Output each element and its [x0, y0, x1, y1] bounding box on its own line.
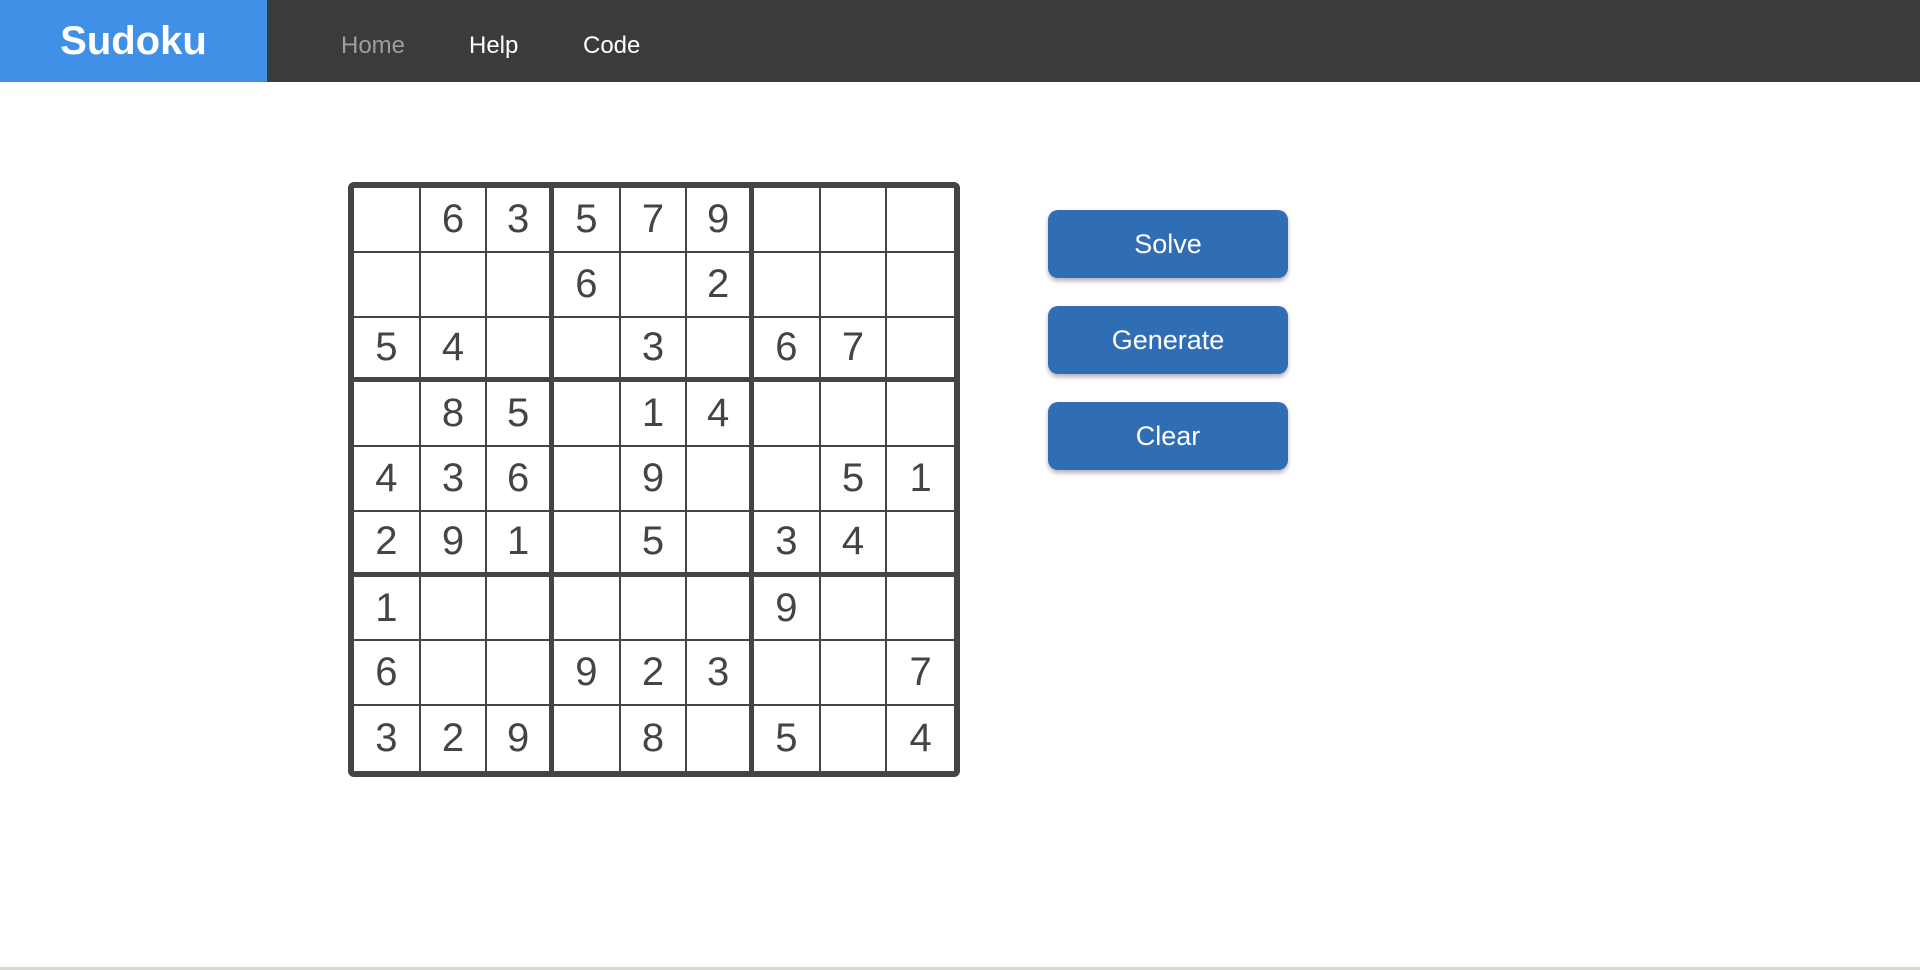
- sudoku-cell-r1-c7[interactable]: [753, 188, 821, 253]
- sudoku-cell-r3-c2[interactable]: 4: [420, 317, 488, 383]
- sudoku-cell-r9-c8[interactable]: [820, 706, 888, 771]
- nav-home-link[interactable]: Home: [341, 0, 405, 82]
- sudoku-cell-r1-c2[interactable]: 6: [420, 188, 488, 253]
- sudoku-cell-r7-c9[interactable]: [887, 576, 954, 642]
- sudoku-cell-r3-c6[interactable]: [687, 317, 754, 383]
- sudoku-cell-r8-c6[interactable]: 3: [687, 641, 754, 707]
- sudoku-cell-r4-c2[interactable]: 8: [420, 382, 488, 448]
- solve-button[interactable]: Solve: [1048, 210, 1288, 278]
- sudoku-cell-r1-c6[interactable]: 9: [687, 188, 754, 253]
- sudoku-cell-r6-c4[interactable]: [553, 511, 621, 577]
- sudoku-cell-r7-c1[interactable]: 1: [354, 576, 421, 642]
- sudoku-cell-r5-c3[interactable]: 6: [487, 447, 554, 512]
- sudoku-cell-r2-c1[interactable]: [354, 252, 421, 318]
- sudoku-cell-r2-c6[interactable]: 2: [687, 252, 754, 318]
- navbar: Sudoku Home Help Code: [0, 0, 1920, 82]
- sudoku-cell-r6-c8[interactable]: 4: [820, 511, 888, 577]
- sudoku-cell-r3-c5[interactable]: 3: [620, 317, 688, 383]
- sudoku-cell-r4-c3[interactable]: 5: [487, 382, 554, 448]
- sudoku-cell-r8-c9[interactable]: 7: [887, 641, 954, 707]
- sudoku-cell-r5-c6[interactable]: [687, 447, 754, 512]
- nav-help-link[interactable]: Help: [469, 0, 518, 82]
- sudoku-cell-r1-c5[interactable]: 7: [620, 188, 688, 253]
- sudoku-cell-r9-c5[interactable]: 8: [620, 706, 688, 771]
- sudoku-cell-r1-c4[interactable]: 5: [553, 188, 621, 253]
- sudoku-cell-r5-c1[interactable]: 4: [354, 447, 421, 512]
- sudoku-cell-r3-c4[interactable]: [553, 317, 621, 383]
- sudoku-cell-r3-c3[interactable]: [487, 317, 554, 383]
- sudoku-cell-r2-c3[interactable]: [487, 252, 554, 318]
- sudoku-cell-r7-c8[interactable]: [820, 576, 888, 642]
- sudoku-cell-r7-c4[interactable]: [553, 576, 621, 642]
- sudoku-cell-r8-c7[interactable]: [753, 641, 821, 707]
- sudoku-cell-r2-c5[interactable]: [620, 252, 688, 318]
- sudoku-cell-r6-c3[interactable]: 1: [487, 511, 554, 577]
- sudoku-cell-r1-c1[interactable]: [354, 188, 421, 253]
- sudoku-cell-r5-c9[interactable]: 1: [887, 447, 954, 512]
- sudoku-cell-r9-c7[interactable]: 5: [753, 706, 821, 771]
- sudoku-cell-r9-c6[interactable]: [687, 706, 754, 771]
- sudoku-cell-r1-c9[interactable]: [887, 188, 954, 253]
- sudoku-cell-r4-c5[interactable]: 1: [620, 382, 688, 448]
- sudoku-cell-r1-c3[interactable]: 3: [487, 188, 554, 253]
- sudoku-cell-r8-c3[interactable]: [487, 641, 554, 707]
- sudoku-cell-r2-c2[interactable]: [420, 252, 488, 318]
- sudoku-cell-r1-c8[interactable]: [820, 188, 888, 253]
- sudoku-cell-r9-c3[interactable]: 9: [487, 706, 554, 771]
- sudoku-cell-r7-c7[interactable]: 9: [753, 576, 821, 642]
- sudoku-cell-r7-c2[interactable]: [420, 576, 488, 642]
- clear-button[interactable]: Clear: [1048, 402, 1288, 470]
- sudoku-cell-r8-c2[interactable]: [420, 641, 488, 707]
- sudoku-cell-r8-c4[interactable]: 9: [553, 641, 621, 707]
- sudoku-cell-r4-c1[interactable]: [354, 382, 421, 448]
- nav-code-link[interactable]: Code: [583, 0, 640, 82]
- sudoku-cell-r4-c9[interactable]: [887, 382, 954, 448]
- sudoku-cell-r6-c9[interactable]: [887, 511, 954, 577]
- brand-logo[interactable]: Sudoku: [0, 0, 267, 82]
- generate-button[interactable]: Generate: [1048, 306, 1288, 374]
- sudoku-cell-r7-c3[interactable]: [487, 576, 554, 642]
- sudoku-cell-r3-c8[interactable]: 7: [820, 317, 888, 383]
- sudoku-cell-r3-c7[interactable]: 6: [753, 317, 821, 383]
- sudoku-cell-r4-c7[interactable]: [753, 382, 821, 448]
- sudoku-cell-r4-c4[interactable]: [553, 382, 621, 448]
- sudoku-cell-r5-c5[interactable]: 9: [620, 447, 688, 512]
- sudoku-cell-r6-c7[interactable]: 3: [753, 511, 821, 577]
- sudoku-cell-r5-c4[interactable]: [553, 447, 621, 512]
- sudoku-cell-r7-c6[interactable]: [687, 576, 754, 642]
- sudoku-cell-r8-c1[interactable]: 6: [354, 641, 421, 707]
- sudoku-cell-r7-c5[interactable]: [620, 576, 688, 642]
- sudoku-cell-r2-c4[interactable]: 6: [553, 252, 621, 318]
- sudoku-cell-r9-c4[interactable]: [553, 706, 621, 771]
- sudoku-cell-r3-c9[interactable]: [887, 317, 954, 383]
- sudoku-cell-r8-c5[interactable]: 2: [620, 641, 688, 707]
- sudoku-cell-r8-c8[interactable]: [820, 641, 888, 707]
- sudoku-cell-r5-c8[interactable]: 5: [820, 447, 888, 512]
- sudoku-cell-r6-c2[interactable]: 9: [420, 511, 488, 577]
- sudoku-cell-r3-c1[interactable]: 5: [354, 317, 421, 383]
- sudoku-cell-r9-c1[interactable]: 3: [354, 706, 421, 771]
- sudoku-cell-r5-c7[interactable]: [753, 447, 821, 512]
- sudoku-cell-r4-c8[interactable]: [820, 382, 888, 448]
- sudoku-cell-r2-c8[interactable]: [820, 252, 888, 318]
- sudoku-cell-r6-c6[interactable]: [687, 511, 754, 577]
- sudoku-cell-r2-c9[interactable]: [887, 252, 954, 318]
- sudoku-cell-r6-c1[interactable]: 2: [354, 511, 421, 577]
- sudoku-board: 6357962543678514436951291534196923732985…: [348, 182, 960, 777]
- sudoku-cell-r4-c6[interactable]: 4: [687, 382, 754, 448]
- sudoku-cell-r9-c2[interactable]: 2: [420, 706, 488, 771]
- sudoku-cell-r5-c2[interactable]: 3: [420, 447, 488, 512]
- sudoku-cell-r9-c9[interactable]: 4: [887, 706, 954, 771]
- sudoku-cell-r6-c5[interactable]: 5: [620, 511, 688, 577]
- sudoku-cell-r2-c7[interactable]: [753, 252, 821, 318]
